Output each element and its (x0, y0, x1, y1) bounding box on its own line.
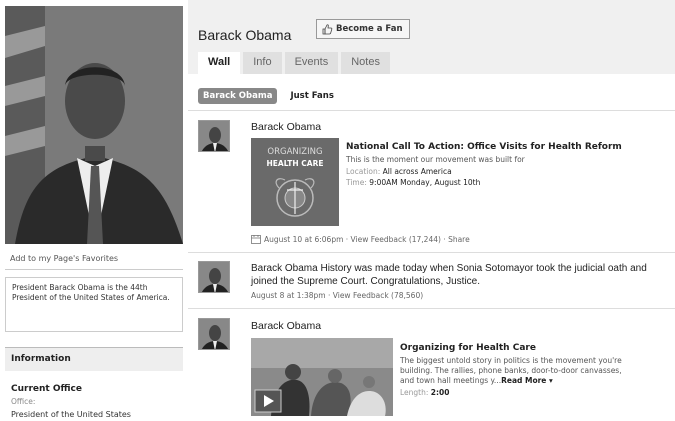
time-label: Time: (346, 178, 367, 187)
divider (188, 110, 675, 111)
event-location: Location: All across America (346, 167, 452, 176)
time-value: 9:00AM Monday, August 10th (369, 178, 481, 187)
video-description-1: The biggest untold story in politics is … (400, 356, 622, 365)
filter-just-fans[interactable]: Just Fans (285, 88, 338, 104)
wall-filter: Barack Obama Just Fans (198, 88, 339, 104)
length-value: 2:00 (430, 388, 450, 397)
tab-notes[interactable]: Notes (341, 52, 390, 74)
bio-text: President Barack Obama is the 44th Presi… (12, 283, 170, 302)
tab-bar: Wall Info Events Notes (198, 52, 393, 74)
post-author[interactable]: Barack Obama (251, 320, 321, 332)
video-description-3: and town hall meetings y...Read More ▾ (400, 376, 553, 385)
fan-icon (322, 24, 333, 35)
video-thumbnail[interactable] (251, 338, 393, 416)
event-icon (251, 235, 261, 244)
tab-info[interactable]: Info (243, 52, 282, 74)
profile-photo[interactable] (5, 6, 183, 244)
avatar[interactable] (198, 120, 230, 152)
post-meta-text[interactable]: August 10 at 6:06pm · View Feedback (17,… (264, 235, 470, 244)
post-meta: August 10 at 6:06pm · View Feedback (17,… (251, 235, 470, 244)
left-column: Add to my Page's Favorites President Bar… (5, 6, 183, 419)
divider (188, 252, 675, 253)
location-label: Location: (346, 167, 381, 176)
event-image-line1: ORGANIZING (267, 147, 322, 157)
status-update: Barack Obama History was made today when… (251, 262, 669, 288)
become-fan-label: Become a Fan (336, 24, 403, 34)
main-column: Barack Obama Become a Fan Wall Info Even… (188, 0, 675, 421)
tab-wall[interactable]: Wall (198, 52, 241, 74)
divider (188, 308, 675, 309)
office-value: President of the United States (11, 410, 131, 419)
bio-box: President Barack Obama is the 44th Presi… (5, 277, 183, 332)
video-description-2: building. The rallies, phone banks, door… (400, 366, 622, 375)
post-author[interactable]: Barack Obama (251, 263, 318, 274)
add-to-favorites-link[interactable]: Add to my Page's Favorites (10, 254, 118, 263)
event-title[interactable]: National Call To Action: Office Visits f… (346, 142, 622, 152)
current-office-title: Current Office (11, 384, 82, 394)
tab-events[interactable]: Events (284, 52, 339, 74)
video-description-3-text: and town hall meetings y... (400, 376, 502, 385)
video-length: Length: 2:00 (400, 388, 449, 397)
event-time: Time: 9:00AM Monday, August 10th (346, 178, 480, 187)
event-image-line2: HEALTH CARE (267, 159, 324, 168)
event-description: This is the moment our movement was buil… (346, 155, 525, 164)
location-value: All across America (382, 167, 452, 176)
information-header: Information (5, 347, 183, 371)
avatar[interactable] (198, 318, 230, 350)
video-title[interactable]: Organizing for Health Care (400, 343, 536, 353)
filter-barack-obama[interactable]: Barack Obama (198, 88, 278, 104)
office-label: Office: (11, 397, 36, 406)
event-image[interactable]: ORGANIZING HEALTH CARE (251, 138, 339, 226)
page-frame: Add to my Page's Favorites President Bar… (0, 0, 675, 421)
read-more-link[interactable]: Read More ▾ (501, 376, 553, 385)
page-title: Barack Obama (198, 27, 292, 43)
length-label: Length: (400, 388, 429, 397)
avatar[interactable] (198, 261, 230, 293)
post-meta[interactable]: August 8 at 1:38pm · View Feedback (78,5… (251, 291, 423, 300)
post-author[interactable]: Barack Obama (251, 121, 321, 133)
divider (5, 269, 183, 270)
become-fan-button[interactable]: Become a Fan (316, 19, 410, 39)
